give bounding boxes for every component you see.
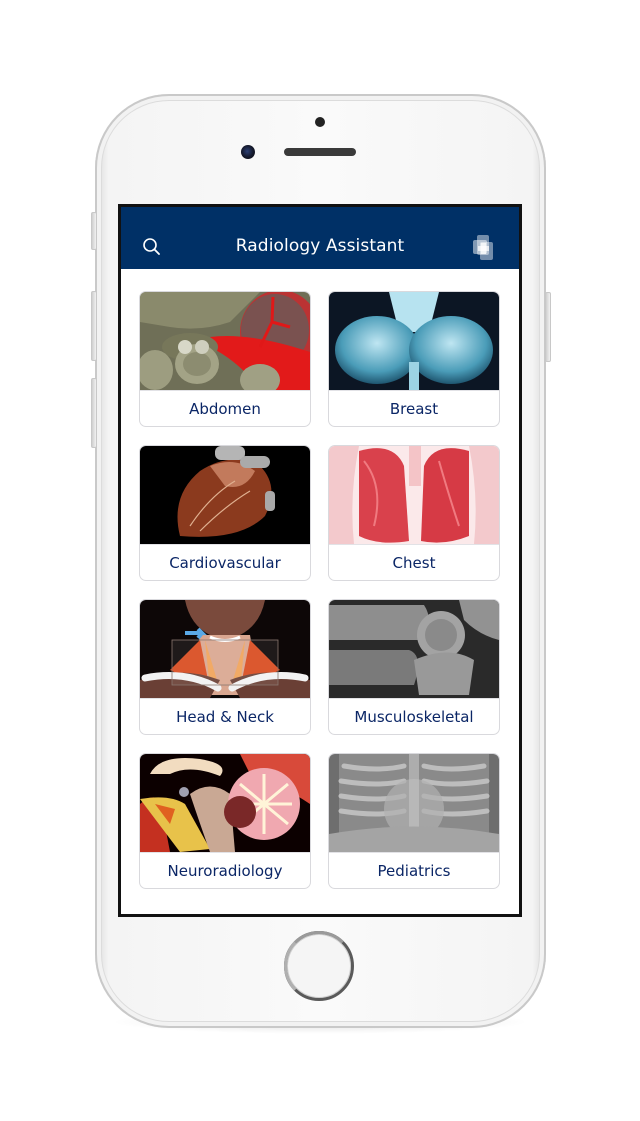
musculoskeletal-image [329, 600, 499, 698]
category-tile-chest[interactable]: Chest [329, 446, 499, 580]
category-label: Head & Neck [140, 698, 310, 734]
breast-image [329, 292, 499, 390]
proximity-sensor [315, 117, 325, 127]
earpiece-speaker [284, 148, 356, 156]
pediatrics-image [329, 754, 499, 852]
app-logo-button[interactable] [471, 233, 497, 263]
category-tile-breast[interactable]: Breast [329, 292, 499, 426]
category-label: Neuroradiology [140, 852, 310, 888]
category-tile-cardiovascular[interactable]: Cardiovascular [140, 446, 310, 580]
volume-up-button [91, 291, 97, 361]
mute-switch [91, 212, 97, 250]
screen: Radiology Assistant Abdomen Breast Cardi… [118, 204, 522, 917]
category-label: Pediatrics [329, 852, 499, 888]
category-tile-head-neck[interactable]: Head & Neck [140, 600, 310, 734]
power-button [545, 292, 551, 362]
category-tile-neuroradiology[interactable]: Neuroradiology [140, 754, 310, 888]
home-button[interactable] [284, 931, 354, 1001]
app-screen: Radiology Assistant Abdomen Breast Cardi… [121, 207, 519, 914]
category-tile-pediatrics[interactable]: Pediatrics [329, 754, 499, 888]
abdomen-image [140, 292, 310, 390]
head-neck-image [140, 600, 310, 698]
neuroradiology-image [140, 754, 310, 852]
app-logo-icon [473, 235, 493, 260]
front-camera [241, 145, 255, 159]
category-tile-musculoskeletal[interactable]: Musculoskeletal [329, 600, 499, 734]
category-label: Chest [329, 544, 499, 580]
category-label: Cardiovascular [140, 544, 310, 580]
category-label: Breast [329, 390, 499, 426]
chest-image [329, 446, 499, 544]
cardiovascular-image [140, 446, 310, 544]
category-label: Musculoskeletal [329, 698, 499, 734]
page-title: Radiology Assistant [235, 236, 405, 256]
navbar: Radiology Assistant [121, 207, 519, 269]
category-tile-abdomen[interactable]: Abdomen [140, 292, 310, 426]
volume-down-button [91, 378, 97, 448]
category-label: Abdomen [140, 390, 310, 426]
